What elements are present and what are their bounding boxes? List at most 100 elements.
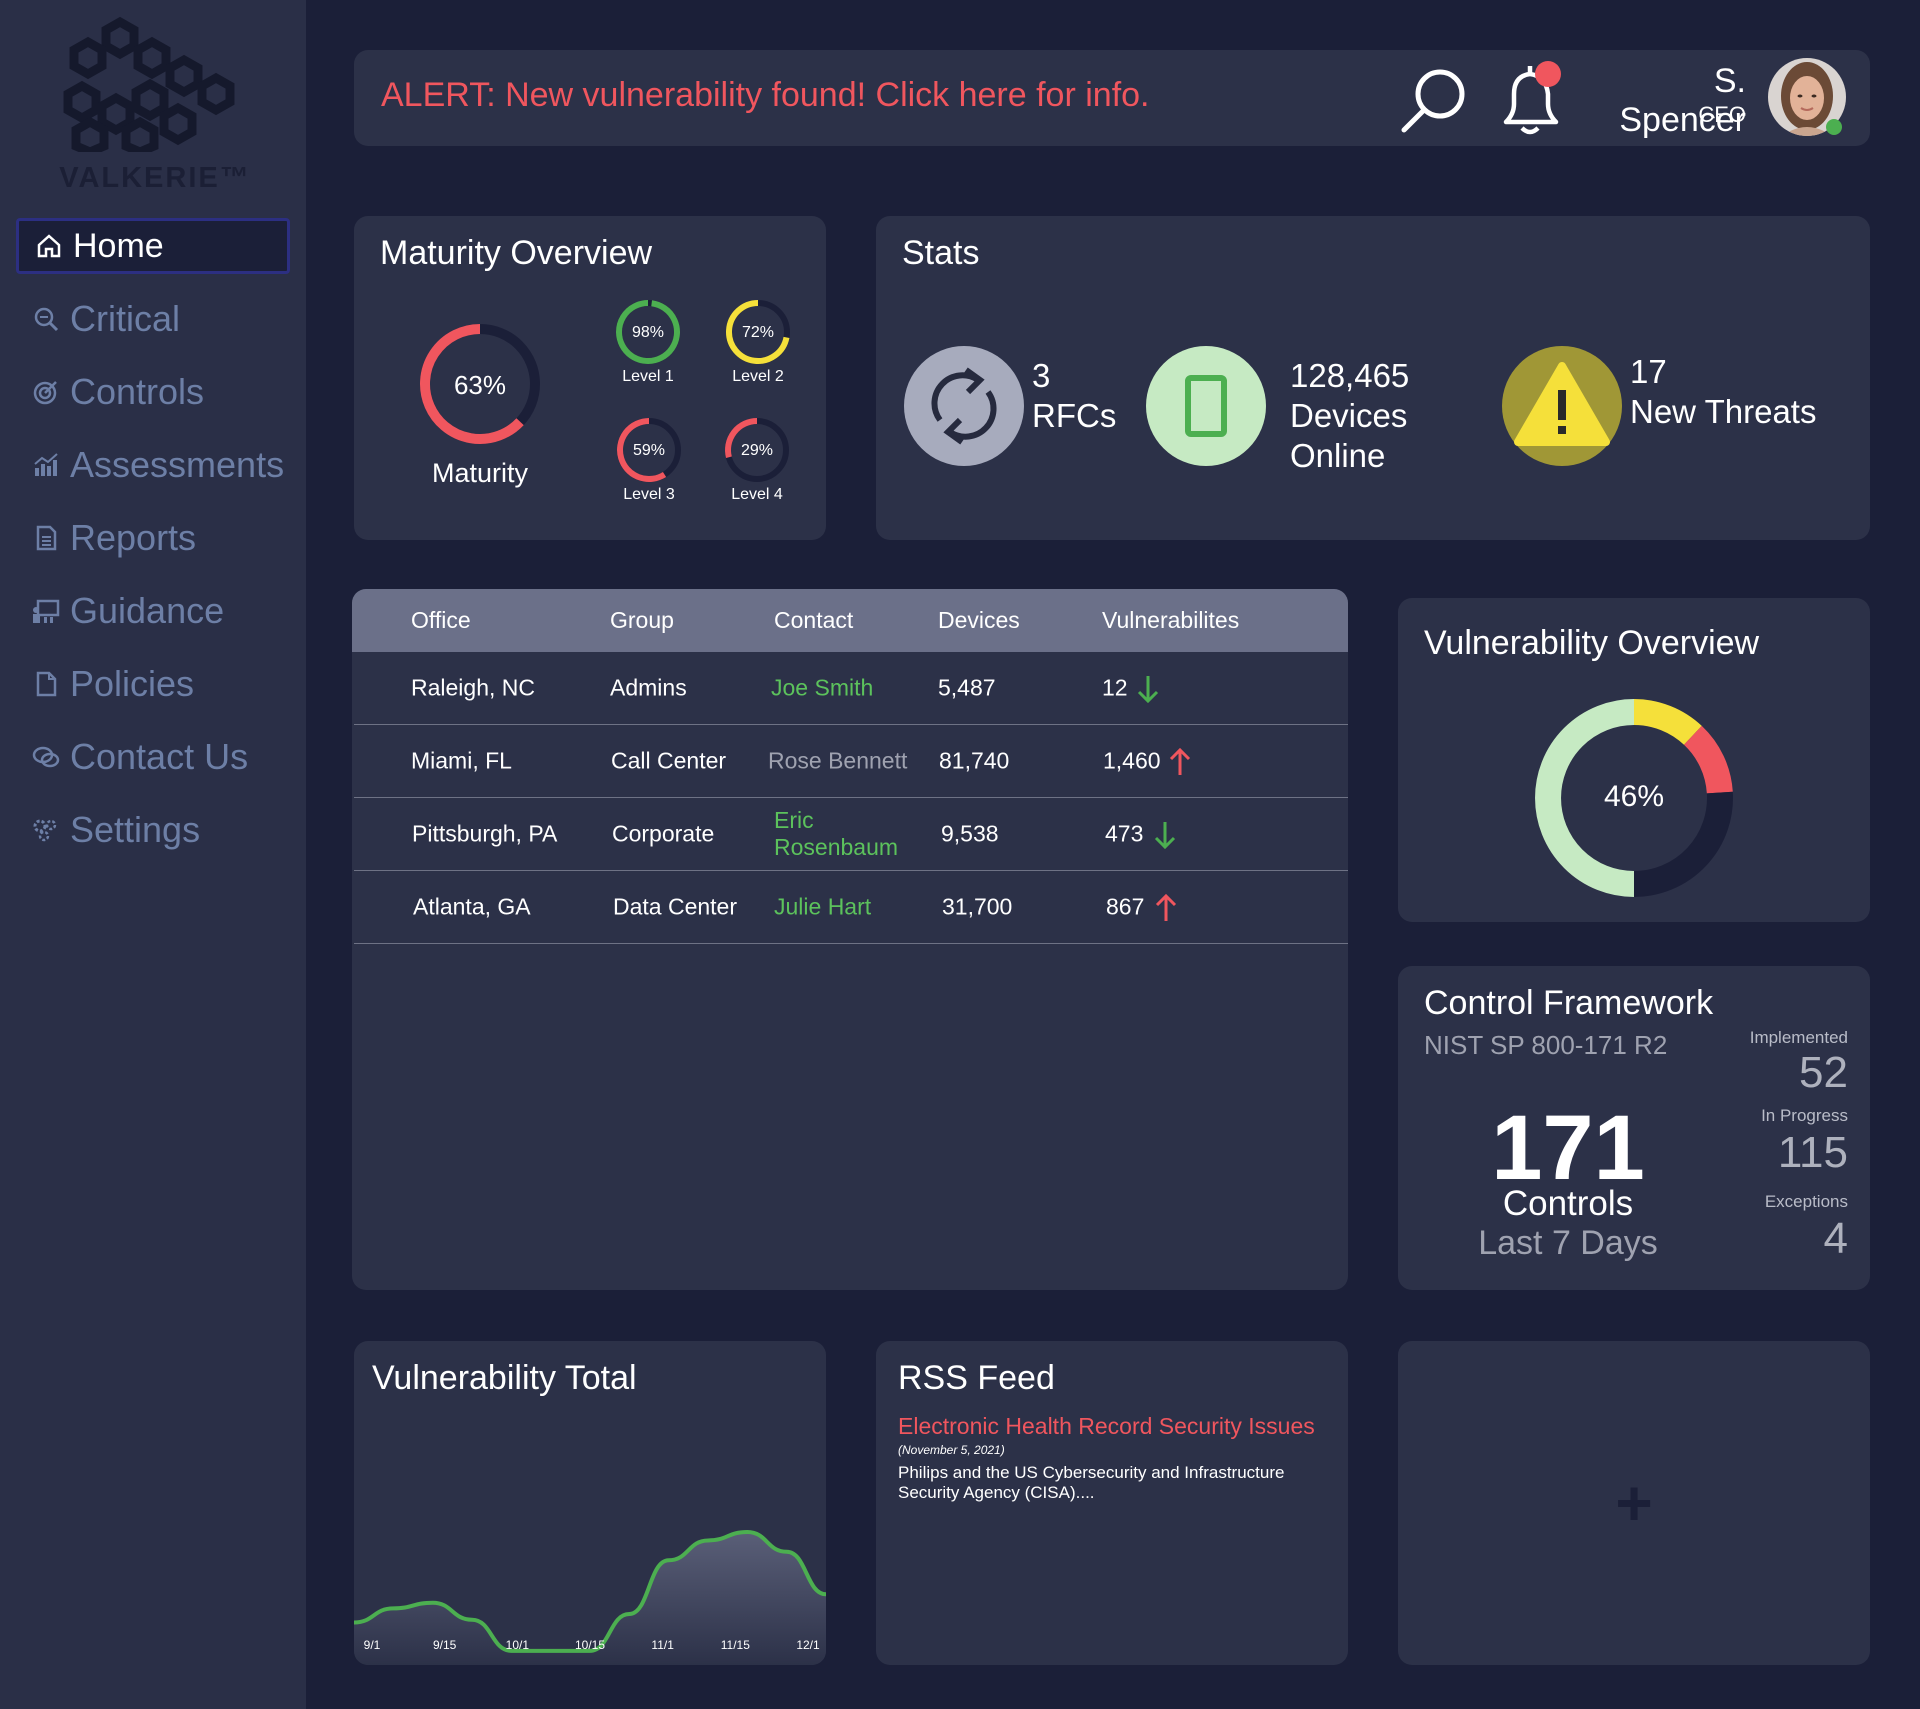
- controls-total-label: Controls: [1502, 1184, 1634, 1223]
- column-header-contact[interactable]: Contact: [774, 607, 853, 634]
- trend-down-arrow-icon: [1154, 822, 1176, 850]
- stats-title: Stats: [902, 234, 980, 272]
- table-row[interactable]: Raleigh, NC Admins Joe Smith 5,487 12: [354, 652, 1348, 725]
- x-tick-label: 9/1: [363, 1638, 381, 1652]
- donut-segment-3: [1683, 725, 1733, 794]
- column-header-office[interactable]: Office: [411, 607, 471, 634]
- sidebar-item-label: Reports: [70, 517, 197, 558]
- implemented-label: Implemented: [1749, 1028, 1848, 1047]
- rss-headline-link[interactable]: Electronic Health Record Security Issues: [898, 1413, 1315, 1440]
- vulnerability-total-card: Vulnerability Total 9/1 9/15 10/1 10/15 11/1…: [354, 1341, 826, 1665]
- table-row[interactable]: Atlanta, GA Data Center Julie Hart 31,70…: [354, 871, 1348, 944]
- vulnerability-total-area-chart: [354, 1529, 826, 1665]
- rfcs-label: RFCs: [1032, 397, 1117, 434]
- sidebar-item-label: Contact Us: [70, 736, 249, 777]
- user-name: S. Spencer: [1619, 62, 1746, 139]
- guidance-board-icon: [32, 597, 60, 625]
- vulnerability-overview-center-value: 46%: [1603, 780, 1665, 813]
- level-1-label: Level 1: [622, 368, 674, 385]
- sidebar-item-contact-us[interactable]: Contact Us: [16, 729, 290, 785]
- sidebar-item-reports[interactable]: Reports: [16, 510, 290, 566]
- vulnerability-donut-chart: [1535, 699, 1733, 897]
- gears-icon: [32, 816, 60, 844]
- cell-office: Pittsburgh, PA: [412, 820, 558, 847]
- alert-banner-link[interactable]: ALERT: New vulnerability found! Click he…: [381, 76, 1150, 115]
- devices-count: 128,465: [1290, 357, 1410, 394]
- page-icon: [32, 670, 60, 698]
- report-document-icon: [32, 524, 60, 552]
- contact-last-name: Rosenbaum: [774, 834, 899, 860]
- control-framework-subtitle: NIST SP 800-171 R2: [1424, 1030, 1668, 1060]
- sidebar-item-label: Home: [73, 226, 164, 265]
- offices-table: Office Group Contact Devices Vulnerabili…: [352, 589, 1348, 1290]
- sidebar-item-controls[interactable]: Controls: [16, 364, 290, 420]
- cell-contact-link[interactable]: Rose Bennett: [768, 748, 907, 775]
- target-icon: [32, 378, 60, 406]
- x-tick-label: 10/15: [574, 1638, 606, 1652]
- sidebar-item-critical[interactable]: Critical: [16, 291, 290, 347]
- level-3-label: Level 3: [623, 486, 675, 503]
- avatar[interactable]: [1768, 58, 1846, 136]
- threats-count: 17: [1630, 353, 1667, 390]
- sidebar-item-label: Policies: [70, 663, 195, 704]
- column-header-group[interactable]: Group: [610, 607, 674, 634]
- column-header-vulnerabilities[interactable]: Vulnerabilites: [1102, 607, 1239, 634]
- in-progress-value: 115: [1777, 1128, 1848, 1177]
- notifications-button[interactable]: [1494, 60, 1570, 140]
- cell-office: Miami, FL: [411, 747, 512, 774]
- cell-group: Data Center: [613, 893, 738, 920]
- sidebar-item-assessments[interactable]: Assessments: [16, 437, 290, 493]
- sidebar-item-policies[interactable]: Policies: [16, 656, 290, 712]
- trend-up-arrow-icon: [1155, 893, 1177, 921]
- user-role: CEO: [1698, 102, 1746, 127]
- sidebar-item-guidance[interactable]: Guidance: [16, 583, 290, 639]
- rss-date: (November 5, 2021): [898, 1443, 1005, 1457]
- sidebar-item-settings[interactable]: Settings: [16, 802, 290, 858]
- device-icon: [1146, 346, 1266, 466]
- maturity-main-value: 63%: [453, 370, 507, 400]
- x-tick-label: 11/1: [651, 1638, 674, 1652]
- control-framework-title: Control Framework: [1424, 984, 1714, 1022]
- control-framework-card: Control Framework NIST SP 800-171 R2 171…: [1398, 966, 1870, 1290]
- cell-office: Raleigh, NC: [411, 674, 535, 701]
- bar-chart-icon: [32, 451, 60, 479]
- warning-icon: [1502, 346, 1622, 466]
- table-row[interactable]: Pittsburgh, PA Corporate Eric Rosenbaum …: [354, 798, 1348, 871]
- level-4-label: Level 4: [731, 486, 783, 503]
- cell-contact-link[interactable]: Joe Smith: [771, 675, 873, 702]
- cell-group: Call Center: [611, 747, 727, 774]
- valkerie-hex-logo-icon: [63, 16, 235, 152]
- sidebar-item-home[interactable]: Home: [16, 218, 290, 274]
- level-2-value: 72%: [741, 324, 775, 341]
- rfcs-count: 3: [1032, 357, 1051, 394]
- x-tick-label: 10/1: [505, 1638, 529, 1652]
- critical-search-icon: [32, 305, 60, 333]
- x-tick-label: 12/1: [796, 1638, 820, 1652]
- user-avatar-portrait: [1768, 58, 1846, 136]
- rss-excerpt: Philips and the US Cybersecurity and Inf…: [898, 1463, 1285, 1502]
- cell-contact-link[interactable]: Julie Hart: [774, 894, 871, 921]
- add-widget-button[interactable]: +: [1398, 1341, 1870, 1665]
- cell-contact-link[interactable]: Eric Rosenbaum: [774, 807, 898, 861]
- in-progress-label: In Progress: [1761, 1106, 1848, 1125]
- search-button[interactable]: [1396, 62, 1476, 138]
- rss-feed-title: RSS Feed: [898, 1359, 1055, 1397]
- maturity-overview-card: Maturity Overview 63% Maturity 98% Level…: [354, 216, 826, 540]
- implemented-value: 52: [1799, 1048, 1848, 1097]
- chat-bubbles-icon: [32, 743, 60, 771]
- refresh-icon: [904, 346, 1024, 466]
- devices-label-1: Devices: [1290, 397, 1408, 434]
- cell-vulnerabilities: 867: [1106, 893, 1145, 920]
- table-header: Office Group Contact Devices Vulnerabili…: [352, 589, 1348, 652]
- level-1-value: 98%: [631, 324, 665, 341]
- brand-logo[interactable]: VALKERIE™: [40, 12, 270, 202]
- sidebar-nav: Home Critical Controls Assessments Repor…: [16, 218, 290, 875]
- cell-group: Admins: [610, 674, 687, 701]
- column-header-devices[interactable]: Devices: [938, 607, 1020, 634]
- controls-period: Last 7 Days: [1478, 1224, 1658, 1262]
- level-3-value: 59%: [632, 442, 666, 459]
- trend-down-arrow-icon: [1137, 676, 1159, 704]
- rss-feed-card: RSS Feed Electronic Health Record Securi…: [876, 1341, 1348, 1665]
- table-row[interactable]: Miami, FL Call Center Rose Bennett 81,74…: [354, 725, 1348, 798]
- sidebar: VALKERIE™ Home Critical Controls Assessm…: [0, 0, 306, 1709]
